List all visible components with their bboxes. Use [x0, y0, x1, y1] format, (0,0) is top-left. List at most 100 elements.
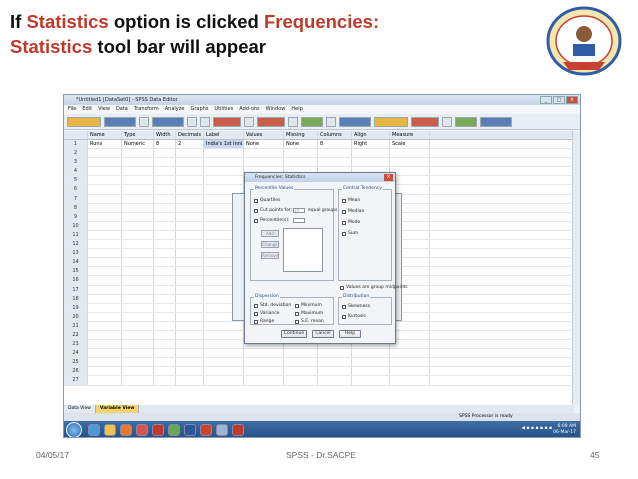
grid-cell[interactable] [122, 267, 154, 276]
grid-cell[interactable] [154, 358, 176, 367]
grid-cell[interactable] [122, 240, 154, 249]
grid-cell[interactable] [244, 349, 284, 358]
grid-cell[interactable] [390, 330, 430, 340]
grid-cell[interactable] [176, 258, 204, 267]
row-number[interactable]: 4 [64, 167, 88, 176]
grid-cell[interactable] [318, 376, 352, 385]
checkbox-box[interactable] [295, 303, 299, 308]
grid-cell[interactable] [390, 340, 430, 349]
grid-cell[interactable] [88, 176, 122, 185]
cell-width[interactable]: 8 [154, 140, 176, 149]
spss-output-icon[interactable] [232, 424, 244, 436]
checkbox-box[interactable] [342, 198, 346, 203]
checkbox-box[interactable] [254, 198, 258, 203]
row-number[interactable]: 9 [64, 212, 88, 221]
grid-cell[interactable] [284, 349, 318, 358]
grid-cell[interactable] [176, 349, 204, 358]
row-number[interactable]: 2 [64, 149, 88, 158]
menu-help[interactable]: Help [291, 105, 302, 114]
grid-cell[interactable] [204, 149, 244, 158]
checkbox-box[interactable] [340, 285, 344, 290]
checkbox-box[interactable] [254, 303, 258, 308]
cancel-button[interactable]: Cancel [312, 330, 334, 338]
cut-points-input[interactable]: 10 [293, 208, 305, 213]
grid-cell[interactable] [154, 176, 176, 185]
menu-transform[interactable]: Transform [134, 105, 159, 114]
grid-cell[interactable] [284, 358, 318, 367]
grid-cell[interactable] [154, 221, 176, 230]
close-button[interactable]: × [566, 96, 578, 104]
percentiles-list[interactable] [283, 228, 323, 272]
grid-cell[interactable] [154, 230, 176, 240]
dialog-close-button[interactable]: × [384, 174, 393, 181]
insert-cases-icon[interactable] [301, 116, 323, 127]
start-button-icon[interactable] [66, 422, 82, 437]
grid-cell[interactable] [88, 158, 122, 167]
grid-cell[interactable] [204, 176, 244, 185]
grid-cell[interactable] [204, 158, 244, 167]
find-icon[interactable] [288, 116, 298, 127]
grid-cell[interactable] [154, 149, 176, 158]
checkbox-box[interactable] [295, 319, 299, 324]
variance-checkbox[interactable]: Variance [254, 311, 279, 316]
grid-cell[interactable] [88, 212, 122, 221]
grid-cell[interactable] [204, 367, 244, 376]
grid-cell[interactable] [284, 158, 318, 167]
row-number[interactable]: 18 [64, 294, 88, 303]
grid-cell[interactable] [88, 367, 122, 376]
cut-points-checkbox[interactable]: Cut points for: [254, 208, 292, 213]
grid-cell[interactable] [176, 176, 204, 185]
pdf-icon[interactable] [152, 424, 164, 436]
row-number[interactable]: 19 [64, 303, 88, 312]
grid-cell[interactable] [176, 185, 204, 194]
cell-align[interactable]: Right [352, 140, 390, 149]
grid-cell[interactable] [154, 330, 176, 340]
grid-cell[interactable] [88, 167, 122, 176]
row-number[interactable]: 7 [64, 194, 88, 203]
grid-cell[interactable] [88, 312, 122, 321]
grid-cell[interactable] [352, 367, 390, 376]
change-button[interactable]: Change [261, 241, 279, 248]
grid-cell[interactable] [154, 212, 176, 221]
menu-data[interactable]: Data [116, 105, 128, 114]
grid-cell[interactable] [204, 330, 244, 340]
grid-cell[interactable] [390, 176, 430, 185]
vertical-scrollbar[interactable] [572, 131, 580, 405]
menu-edit[interactable]: Edit [82, 105, 92, 114]
grid-cell[interactable] [176, 240, 204, 249]
grid-cell[interactable] [88, 276, 122, 285]
row-number[interactable]: 14 [64, 258, 88, 267]
select-cases-icon[interactable] [411, 116, 439, 127]
grid-cell[interactable] [318, 358, 352, 367]
checkbox-box[interactable] [295, 311, 299, 316]
grid-cell[interactable] [88, 249, 122, 258]
grid-cell[interactable] [154, 321, 176, 330]
grid-cell[interactable] [390, 321, 430, 330]
cell-label[interactable]: India's 1st inni... [204, 140, 244, 149]
grid-cell[interactable] [352, 149, 390, 158]
grid-cell[interactable] [176, 158, 204, 167]
grid-cell[interactable] [204, 358, 244, 367]
grid-cell[interactable] [154, 276, 176, 285]
minimize-button[interactable]: _ [540, 96, 552, 104]
grid-cell[interactable] [154, 312, 176, 321]
grid-cell[interactable] [176, 312, 204, 321]
cell-columns[interactable]: 8 [318, 140, 352, 149]
menu-addons[interactable]: Add-ons [239, 105, 259, 114]
checkbox-box[interactable] [342, 220, 346, 225]
percentiles-input[interactable] [293, 218, 305, 223]
grid-cell[interactable] [122, 185, 154, 194]
grid-cell[interactable] [122, 221, 154, 230]
grid-cell[interactable] [352, 349, 390, 358]
percentiles-checkbox[interactable]: Percentile(s): [254, 218, 290, 223]
grid-cell[interactable] [88, 267, 122, 276]
grid-cell[interactable] [176, 267, 204, 276]
menu-analyze[interactable]: Analyze [165, 105, 185, 114]
grid-cell[interactable] [390, 367, 430, 376]
quartiles-checkbox[interactable]: Quartiles [254, 198, 280, 203]
grid-cell[interactable] [318, 158, 352, 167]
grid-cell[interactable] [204, 340, 244, 349]
powerpoint-icon[interactable] [200, 424, 212, 436]
grid-cell[interactable] [244, 149, 284, 158]
cell-type[interactable]: Numeric [122, 140, 154, 149]
